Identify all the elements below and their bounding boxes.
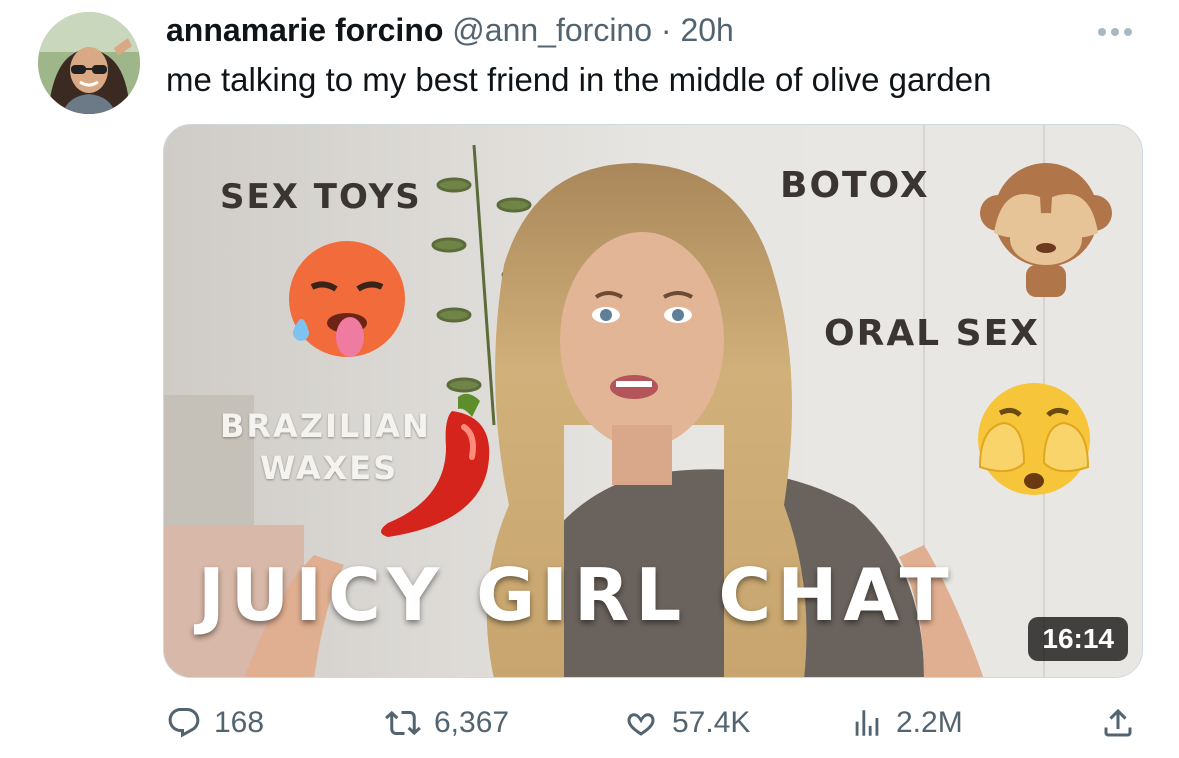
reply-button[interactable]: 168 — [166, 700, 264, 746]
retweet-count: 6,367 — [434, 706, 510, 739]
video-thumbnail[interactable]: SEX TOYS BOTOX ORAL SEX BRAZILIAN WAXES … — [163, 124, 1143, 678]
display-name[interactable]: annamarie forcino — [166, 12, 443, 48]
timestamp[interactable]: 20h — [680, 12, 733, 48]
retweet-button[interactable]: 6,367 — [384, 700, 509, 746]
overlay-oral-sex: ORAL SEX — [824, 313, 1040, 354]
tweet: annamarie forcino @ann_forcino · 20h me … — [0, 0, 1179, 758]
heart-icon — [627, 713, 655, 736]
like-button[interactable]: 57.4K — [622, 700, 750, 746]
overlay-sex-toys: SEX TOYS — [220, 177, 422, 217]
view-count: 2.2M — [896, 706, 963, 739]
separator: · — [660, 12, 672, 48]
overlay-title: JUICY GIRL CHAT — [198, 553, 955, 637]
avatar[interactable] — [38, 12, 140, 114]
more-icon[interactable] — [1090, 22, 1140, 42]
tweet-header: annamarie forcino @ann_forcino · 20h — [166, 12, 734, 48]
views-button[interactable]: 2.2M — [850, 700, 963, 746]
reply-count: 168 — [214, 706, 265, 739]
tweet-actions: 168 6,367 57.4K 2.2M — [166, 700, 1140, 746]
hot-face-emoji — [289, 241, 405, 357]
hot-pepper-emoji — [381, 393, 490, 537]
tweet-text: me talking to my best friend in the midd… — [166, 61, 992, 98]
share-button[interactable] — [1100, 700, 1136, 746]
video-duration: 16:14 — [1028, 617, 1128, 661]
reply-icon — [168, 708, 200, 738]
like-count: 57.4K — [672, 706, 751, 739]
overlay-botox: BOTOX — [780, 165, 930, 206]
retweet-icon — [385, 710, 421, 736]
share-icon — [1104, 708, 1132, 737]
handle[interactable]: @ann_forcino — [452, 12, 652, 48]
views-icon — [855, 710, 879, 736]
avatar-image — [38, 12, 140, 114]
face-with-hands-emoji — [978, 383, 1090, 495]
see-no-evil-monkey-emoji — [980, 163, 1112, 297]
